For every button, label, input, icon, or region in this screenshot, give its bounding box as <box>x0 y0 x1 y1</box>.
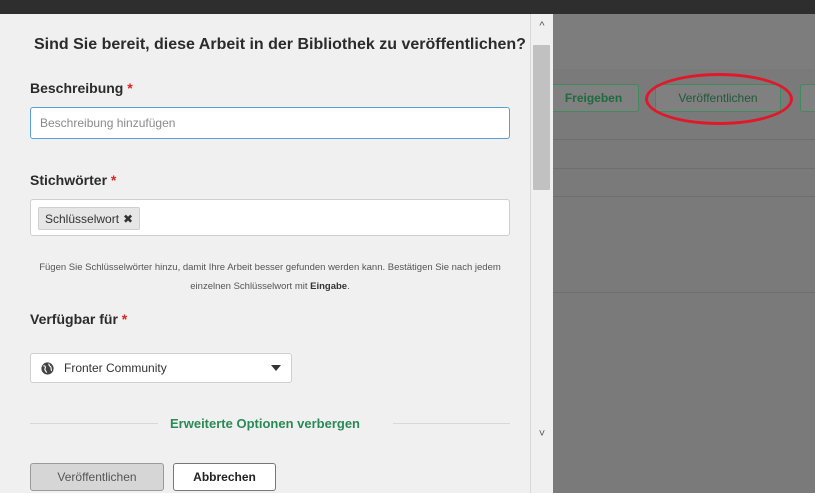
required-mark: * <box>110 172 117 188</box>
dialog-title: Sind Sie bereit, diese Arbeit in der Bib… <box>34 36 526 53</box>
required-mark: * <box>121 311 128 327</box>
top-bar <box>0 0 815 14</box>
background-content <box>530 69 815 493</box>
share-button[interactable]: Freigeben <box>548 84 639 112</box>
keywords-input[interactable]: Schlüsselwort ✖ <box>30 199 510 236</box>
scroll-thumb[interactable] <box>533 45 550 190</box>
cancel-button[interactable]: Abbrechen <box>173 463 276 491</box>
keyword-tag: Schlüsselwort ✖ <box>38 207 141 230</box>
divider-right <box>393 423 510 424</box>
keywords-help-text: Fügen Sie Schlüsselwörter hinzu, damit I… <box>30 258 510 296</box>
more-button[interactable] <box>800 84 815 112</box>
background-divider <box>530 168 815 169</box>
availability-select[interactable]: Fronter Community <box>30 353 292 383</box>
chevron-down-icon <box>271 365 281 371</box>
background-divider <box>530 292 815 293</box>
keyword-tag-label: Schlüsselwort <box>45 211 120 226</box>
dialog-scrollbar[interactable]: ^ ˅ <box>530 14 553 493</box>
help-text: Fügen Sie Schlüsselwörter hinzu, damit I… <box>39 262 501 292</box>
globe-icon <box>41 361 54 375</box>
keywords-label: Stichwörter * <box>30 172 116 188</box>
description-label: Beschreibung * <box>30 80 133 96</box>
availability-label: Verfügbar für * <box>30 311 127 327</box>
availability-selected-value: Fronter Community <box>64 361 167 375</box>
required-mark: * <box>127 80 133 96</box>
help-text-bold: Eingabe <box>310 281 348 292</box>
advanced-options-toggle[interactable]: Erweiterte Optionen verbergen <box>170 416 360 431</box>
remove-tag-icon[interactable]: ✖ <box>123 212 133 226</box>
background-header <box>530 14 815 69</box>
background-divider <box>530 196 815 197</box>
publish-button[interactable]: Veröffentlichen <box>30 463 164 491</box>
scroll-up-icon[interactable]: ^ <box>531 20 553 32</box>
highlight-ellipse <box>645 73 793 125</box>
description-input[interactable] <box>30 107 510 139</box>
description-label-text: Beschreibung <box>30 80 124 96</box>
divider-left <box>30 423 158 424</box>
background-divider <box>530 139 815 140</box>
availability-label-text: Verfügbar für <box>30 311 118 327</box>
keywords-label-text: Stichwörter <box>30 172 108 188</box>
publish-dialog: Sind Sie bereit, diese Arbeit in der Bib… <box>0 14 553 493</box>
dialog-body: Sind Sie bereit, diese Arbeit in der Bib… <box>0 14 530 493</box>
help-text-suffix: . <box>347 281 350 292</box>
scroll-down-icon[interactable]: ˅ <box>531 428 553 440</box>
